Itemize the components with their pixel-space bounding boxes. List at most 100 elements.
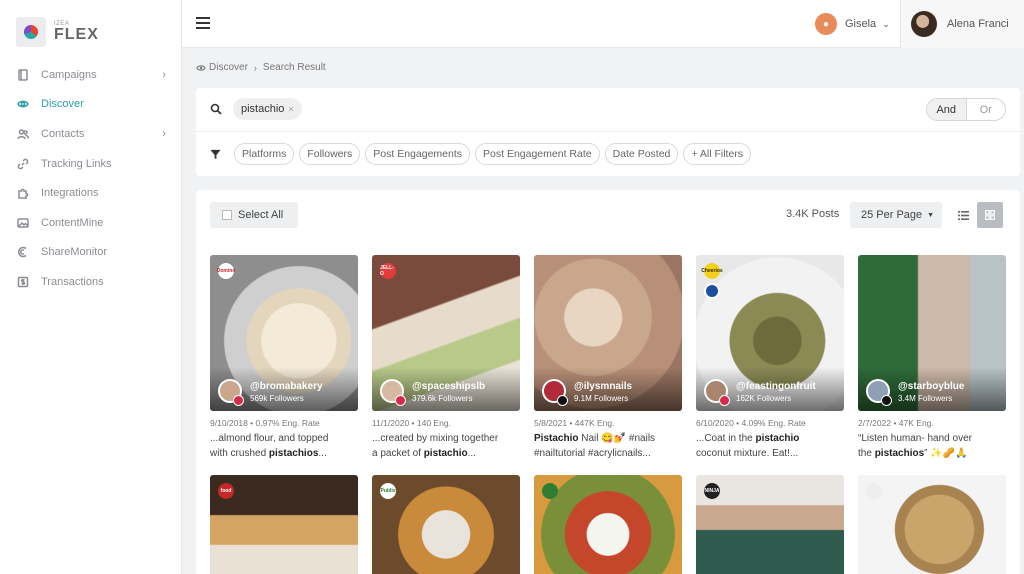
logo-name-text: FLEX — [54, 26, 99, 43]
grid-view-icon[interactable] — [977, 202, 1003, 228]
link-icon — [16, 157, 29, 170]
sidebar-item-label: Tracking Links — [41, 157, 112, 170]
post-meta: 11/1/2020 • 140 Eng. — [372, 418, 451, 428]
filter-post-engagement-rate[interactable]: Post Engagement Rate — [475, 143, 600, 165]
post-image[interactable]: Domino @bromabakery 569k Followers — [210, 255, 358, 411]
tiktok-icon — [557, 395, 568, 406]
search-term-tag[interactable]: pistachio × — [233, 98, 302, 120]
contacts-icon — [16, 127, 29, 140]
creator-handle[interactable]: @spaceshipslb — [412, 381, 485, 392]
post-caption: “Listen human- hand over the pistachios”… — [858, 432, 1006, 461]
brand-logo: Domino — [217, 263, 235, 279]
creator-handle[interactable]: @ilysmnails — [574, 381, 632, 392]
post-image[interactable]: Cheerios @feastingonfruit 162K Followers — [696, 255, 844, 411]
pinterest-icon — [233, 395, 244, 406]
breadcrumb-separator: › — [253, 62, 257, 73]
sidebar-item-contacts[interactable]: Contacts › — [0, 119, 182, 149]
post-image[interactable]: @starboyblue 3.4M Followers — [858, 255, 1006, 411]
sidebar-item-contentmine[interactable]: ContentMine — [0, 208, 182, 238]
caption-text: a packet of — [372, 447, 424, 459]
izea-flex-logo[interactable]: IZEA FLEX — [16, 17, 106, 47]
caption-keyword: pistachio — [423, 447, 468, 459]
post-caption: ...created by mixing together a packet o… — [372, 432, 520, 461]
filter-post-engagements[interactable]: Post Engagements — [365, 143, 471, 165]
caption-text: #nailtutorial #acrylicnails... — [534, 447, 651, 459]
brand-logo-icon — [542, 483, 558, 499]
filter-date-posted[interactable]: Date Posted — [604, 143, 679, 165]
app-root: IZEA FLEX Campaigns › Discover Contacts … — [0, 0, 1024, 574]
sidebar-item-transactions[interactable]: Transactions — [0, 267, 182, 297]
creator-handle[interactable]: @starboyblue — [898, 381, 964, 392]
follower-count: 379.6k Followers — [412, 394, 473, 403]
chevron-right-icon: › — [162, 68, 166, 81]
post-card[interactable]: @ilysmnails 9.1M Followers 5/8/2021 • 44… — [534, 255, 682, 461]
post-meta: 6/10/2020 • 4.09% Eng. Rate — [696, 418, 806, 428]
post-meta: 9/10/2018 • 0.97% Eng. Rate — [210, 418, 320, 428]
post-card[interactable]: JELL-O @spaceshipslb 379.6k Followers 11… — [372, 255, 520, 461]
post-card[interactable]: @starboyblue 3.4M Followers 2/7/2022 • 4… — [858, 255, 1006, 461]
breadcrumb: Discover › Search Result — [196, 62, 326, 73]
eye-icon — [196, 64, 206, 71]
sidebar-item-campaigns[interactable]: Campaigns › — [0, 60, 182, 90]
secondary-brand-logo — [704, 283, 720, 299]
follower-count: 162K Followers — [736, 394, 792, 403]
tiktok-icon — [881, 395, 892, 406]
sidebar-item-label: Campaigns — [41, 68, 97, 81]
post-card[interactable] — [858, 475, 1006, 574]
brand-logo: Cheerios — [701, 263, 723, 279]
and-or-toggle: And Or — [926, 98, 1006, 121]
filter-platforms[interactable]: Platforms — [234, 143, 295, 165]
eye-icon — [16, 98, 29, 111]
post-card[interactable] — [534, 475, 682, 574]
post-caption: Pistachio Nail 😋💅 #nails #nailtutorial #… — [534, 432, 682, 461]
search-panel: pistachio × And Or Platforms Followers P… — [196, 88, 1020, 176]
select-all-button[interactable]: Select All — [210, 202, 298, 228]
pinterest-icon — [395, 395, 406, 406]
creator-handle[interactable]: @feastingonfruit — [736, 381, 816, 392]
post-image[interactable]: JELL-O @spaceshipslb 379.6k Followers — [372, 255, 520, 411]
follower-count: 9.1M Followers — [574, 394, 629, 403]
or-option[interactable]: Or — [967, 99, 1006, 120]
creator-handle[interactable]: @bromabakery — [250, 381, 323, 392]
account-switcher[interactable]: ● Gisela ⌄ — [815, 12, 890, 36]
remove-tag-icon[interactable]: × — [288, 104, 293, 114]
user-menu[interactable]: Alena Franci — [900, 0, 1024, 48]
sidebar-item-discover[interactable]: Discover — [0, 90, 182, 120]
sidebar-nav: Campaigns › Discover Contacts › Tracking… — [0, 60, 182, 297]
sidebar-item-label: Transactions — [41, 275, 104, 288]
list-view-icon[interactable] — [950, 202, 976, 228]
post-card[interactable]: NINJA — [696, 475, 844, 574]
post-card[interactable]: food — [210, 475, 358, 574]
filter-icon — [210, 149, 221, 160]
account-avatar: ● — [815, 13, 837, 35]
all-filters-button[interactable]: + All Filters — [683, 143, 752, 165]
search-term-label: pistachio — [241, 103, 285, 115]
breadcrumb-discover-link[interactable]: Discover — [209, 62, 248, 73]
and-option[interactable]: And — [927, 99, 967, 120]
caption-text: with crushed — [210, 447, 269, 459]
per-page-dropdown[interactable]: 25 Per Page ▼ — [850, 202, 942, 228]
puzzle-icon — [16, 187, 29, 200]
filter-followers[interactable]: Followers — [299, 143, 361, 165]
brand-logo-icon — [866, 483, 882, 499]
select-all-label: Select All — [238, 209, 284, 221]
caption-line: ...created by mixing together — [372, 433, 499, 444]
post-card[interactable]: Cheerios @feastingonfruit 162K Followers… — [696, 255, 844, 461]
logo-text: IZEA FLEX — [54, 21, 99, 43]
caption-keyword: pistachios — [874, 447, 925, 459]
post-image[interactable]: @ilysmnails 9.1M Followers — [534, 255, 682, 411]
pinterest-icon — [719, 395, 730, 406]
sidebar-item-label: Contacts — [41, 127, 85, 140]
breadcrumb-current: Search Result — [262, 62, 326, 73]
sidebar-item-tracking-links[interactable]: Tracking Links — [0, 149, 182, 179]
hamburger-menu-icon[interactable] — [196, 17, 210, 29]
select-all-checkbox[interactable] — [222, 210, 232, 220]
post-card[interactable]: Domino @bromabakery 569k Followers 9/10/… — [210, 255, 358, 461]
post-meta: 2/7/2022 • 47K Eng. — [858, 418, 934, 428]
post-card[interactable]: Publix — [372, 475, 520, 574]
per-page-label: 25 Per Page — [861, 209, 923, 221]
sidebar-item-sharemonitor[interactable]: ShareMonitor — [0, 238, 182, 268]
search-icon[interactable] — [210, 103, 222, 115]
chevron-down-icon: ⌄ — [882, 18, 890, 29]
sidebar-item-integrations[interactable]: Integrations — [0, 178, 182, 208]
